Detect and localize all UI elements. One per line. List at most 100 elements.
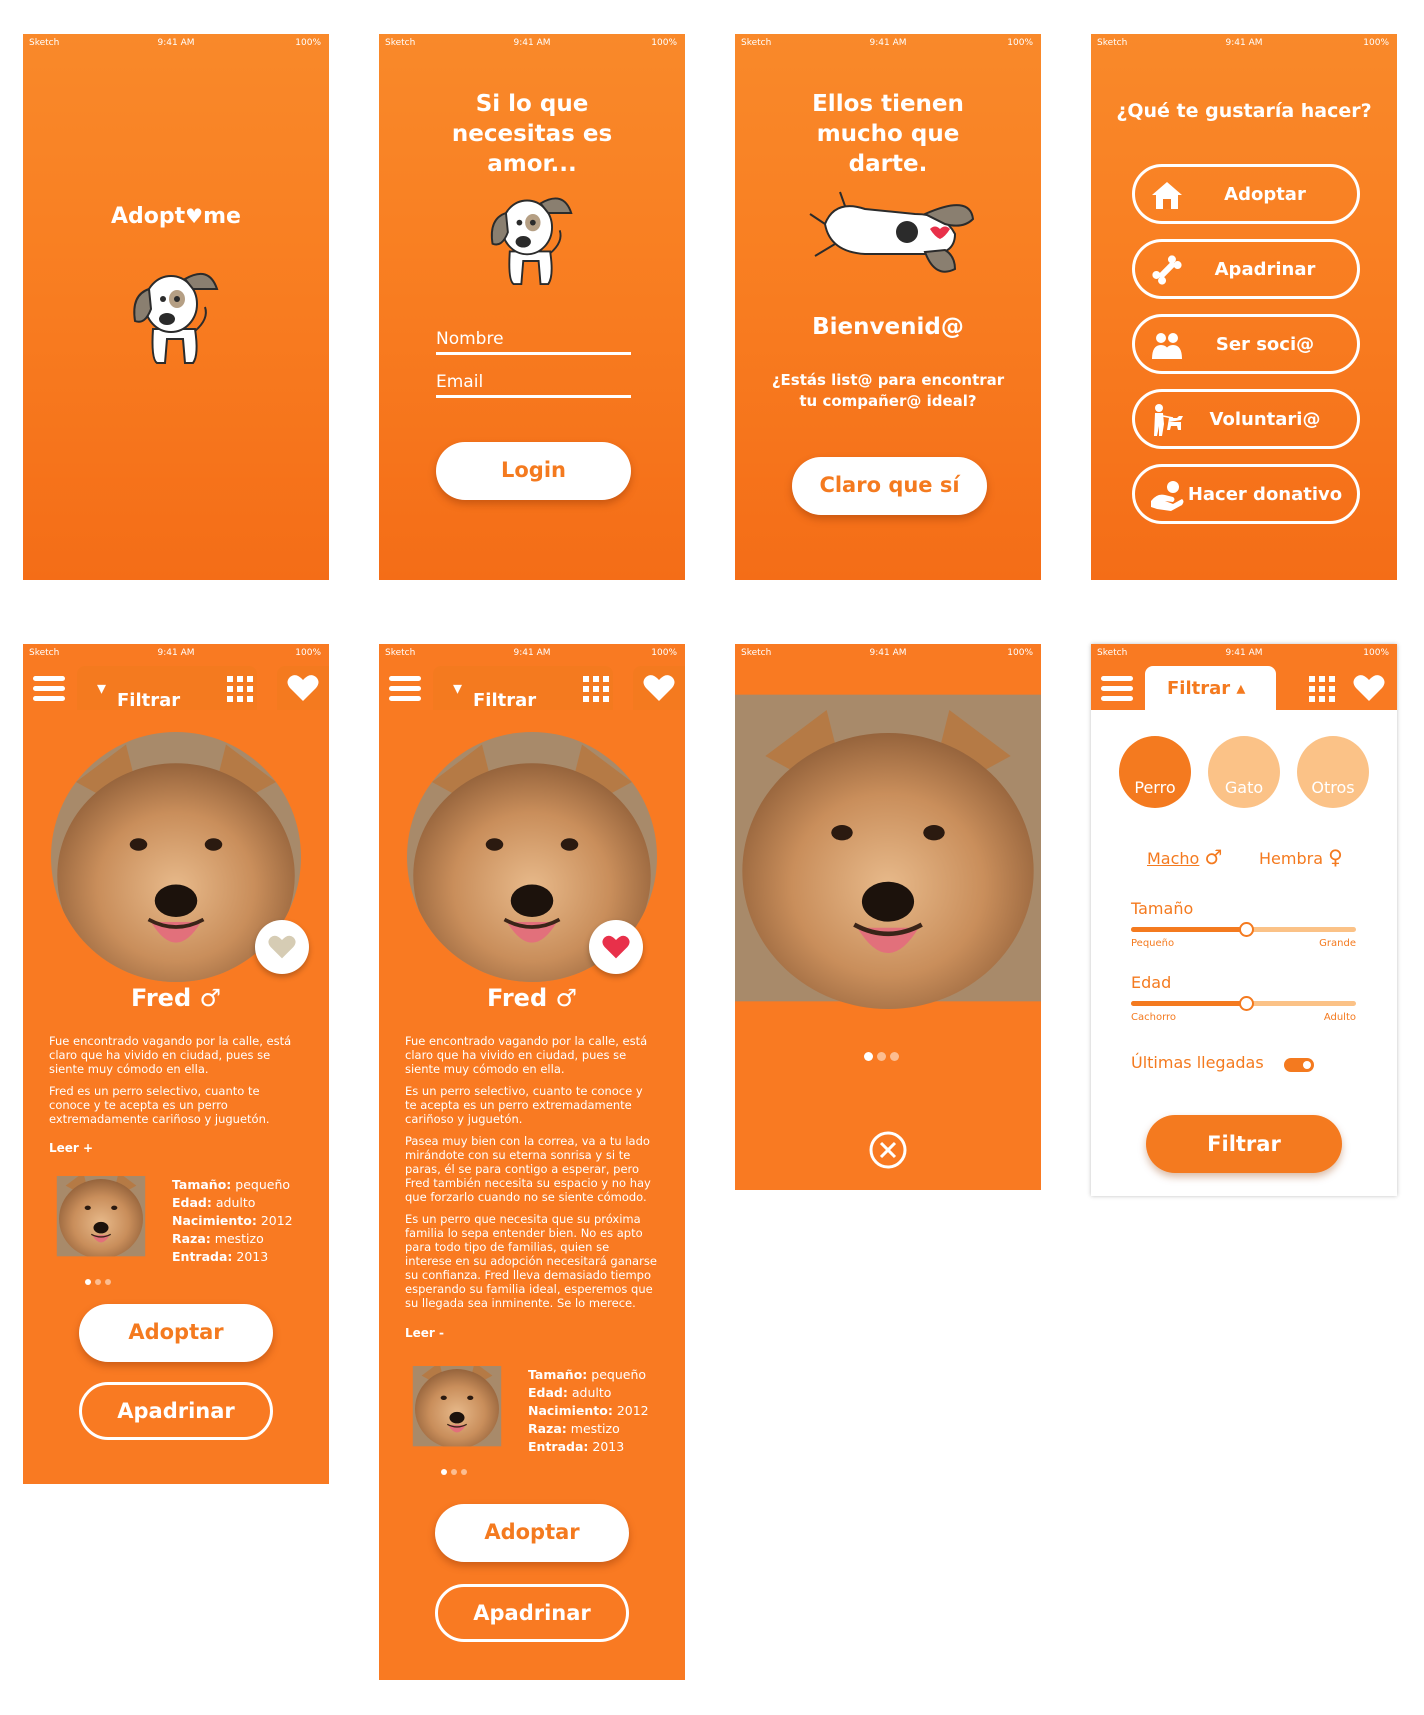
size-slider[interactable] — [1131, 922, 1356, 937]
adoptar-menu-button[interactable]: Adoptar — [1132, 164, 1360, 224]
age-max-label: Adulto — [1323, 1012, 1356, 1023]
apadrinar-menu-button[interactable]: Apadrinar — [1132, 239, 1360, 299]
female-symbol-icon: ♀ — [1328, 845, 1343, 869]
sponsor-button[interactable]: Apadrinar — [435, 1584, 629, 1642]
hamburger-menu-icon[interactable] — [1101, 676, 1133, 702]
adopt-button[interactable]: Adoptar — [435, 1504, 629, 1562]
category-gato[interactable]: Gato — [1208, 736, 1280, 808]
battery-label: 100% — [651, 648, 677, 658]
bone-icon — [1152, 255, 1182, 285]
full-pet-photo[interactable] — [735, 664, 1041, 1032]
favorites-tab[interactable] — [277, 666, 329, 710]
fact-value: mestizo — [570, 1421, 620, 1436]
status-bar: Sketch 9:41 AM 100% — [1091, 644, 1397, 664]
fact-row: Tamaño: pequeño — [172, 1176, 293, 1194]
menu-screen: Sketch 9:41 AM 100% ¿Qué te gustaría hac… — [1091, 34, 1397, 580]
size-slider-knob[interactable] — [1239, 922, 1254, 937]
pager-dot[interactable] — [95, 1279, 101, 1285]
fact-value: pequeño — [235, 1177, 291, 1192]
gender-macho-option[interactable]: Macho ♂ — [1147, 845, 1222, 869]
close-icon[interactable] — [868, 1130, 908, 1170]
time-label: 9:41 AM — [869, 38, 907, 48]
menu-item-label: Voluntari@ — [1209, 409, 1321, 430]
fact-value: mestizo — [214, 1231, 264, 1246]
menu-item-label: Apadrinar — [1214, 259, 1316, 280]
pager-dot[interactable] — [451, 1469, 457, 1475]
pager-dot[interactable] — [105, 1279, 111, 1285]
fact-row: Nacimiento: 2012 — [528, 1402, 649, 1420]
fact-key: Tamaño: — [172, 1177, 232, 1192]
app-logo: Adopt♥me — [23, 204, 329, 229]
battery-label: 100% — [1363, 38, 1389, 48]
read-less-link[interactable]: Leer - — [405, 1326, 444, 1340]
pager-dot[interactable] — [461, 1469, 467, 1475]
age-min-label: Cachorro — [1131, 1012, 1177, 1023]
age-slider-knob[interactable] — [1239, 996, 1254, 1011]
hacer-donativo-menu-button[interactable]: Hacer donativo — [1132, 464, 1360, 524]
size-slider-fill — [1131, 927, 1245, 932]
ser-socio-menu-button[interactable]: Ser soci@ — [1132, 314, 1360, 374]
age-slider[interactable] — [1131, 996, 1356, 1011]
adopt-button-label: Adoptar — [128, 1320, 224, 1344]
claro-que-si-button[interactable]: Claro que sí — [792, 457, 987, 515]
time-label: 9:41 AM — [869, 648, 907, 658]
fact-key: Edad: — [172, 1195, 212, 1210]
pager-dot[interactable] — [85, 1279, 91, 1285]
favorite-button-active[interactable] — [589, 920, 643, 974]
filter-tab[interactable]: Filtrar ▾ — [77, 666, 257, 711]
status-bar: Sketch 9:41 AM 100% — [379, 644, 685, 664]
time-label: 9:41 AM — [157, 38, 195, 48]
sponsor-button[interactable]: Apadrinar — [79, 1382, 273, 1440]
fact-key: Edad: — [528, 1385, 568, 1400]
grid-view-icon[interactable] — [583, 676, 609, 702]
hamburger-menu-icon[interactable] — [389, 676, 421, 702]
read-more-link[interactable]: Leer + — [49, 1141, 93, 1155]
name-field[interactable]: Nombre — [436, 329, 631, 355]
filter-tab[interactable]: Filtrar ▾ — [433, 666, 613, 711]
favorites-tab[interactable] — [633, 666, 685, 710]
fact-key: Nacimiento: — [172, 1213, 257, 1228]
photo-viewer-screen: Sketch 9:41 AM 100% — [735, 644, 1041, 1190]
dog-walker-icon — [1154, 404, 1183, 436]
adopt-button-label: Adoptar — [484, 1520, 580, 1544]
age-label: Edad — [1131, 973, 1172, 992]
favorite-button[interactable] — [255, 920, 309, 974]
hamburger-menu-icon[interactable] — [33, 676, 65, 702]
fact-key: Tamaño: — [528, 1367, 588, 1382]
pager-dot[interactable] — [877, 1052, 886, 1061]
grid-view-icon[interactable] — [227, 676, 253, 702]
adopt-button[interactable]: Adoptar — [79, 1304, 273, 1362]
dog-mascot-icon — [123, 259, 223, 369]
latest-arrivals-toggle[interactable] — [1284, 1058, 1314, 1072]
login-button-label: Login — [501, 458, 566, 482]
fact-key: Entrada: — [528, 1439, 589, 1454]
category-label: Perro — [1134, 778, 1176, 797]
category-perro[interactable]: Perro — [1119, 736, 1191, 808]
description-paragraph: Es un perro que necesita que su próxima … — [405, 1212, 657, 1310]
battery-label: 100% — [1363, 648, 1389, 658]
filter-tab-label: Filtrar — [117, 690, 181, 711]
pager-dot[interactable] — [441, 1469, 447, 1475]
voluntario-menu-button[interactable]: Voluntari@ — [1132, 389, 1360, 449]
menu-item-label: Adoptar — [1224, 184, 1306, 205]
pet-thumbnail[interactable] — [405, 1366, 509, 1454]
welcome-screen: Sketch 9:41 AM 100% Ellos tienen mucho q… — [735, 34, 1041, 580]
pager-dot[interactable] — [890, 1052, 899, 1061]
thumbnail-pager — [441, 1460, 471, 1475]
category-otros[interactable]: Otros — [1297, 736, 1369, 808]
gender-hembra-option[interactable]: Hembra ♀ — [1259, 845, 1343, 869]
heart-icon[interactable] — [1353, 674, 1385, 702]
fact-row: Nacimiento: 2012 — [172, 1212, 293, 1230]
fact-key: Nacimiento: — [528, 1403, 613, 1418]
apply-filter-button[interactable]: Filtrar — [1146, 1115, 1342, 1173]
heart-icon — [643, 675, 675, 701]
grid-view-icon[interactable] — [1309, 676, 1335, 702]
filter-tab-open[interactable]: Filtrar ▴ — [1145, 666, 1276, 710]
fact-value: adulto — [571, 1385, 612, 1400]
pet-thumbnail[interactable] — [49, 1176, 153, 1264]
pager-dot[interactable] — [864, 1052, 873, 1061]
login-button[interactable]: Login — [436, 442, 631, 500]
email-field[interactable]: Email — [436, 372, 631, 398]
fact-value: 2013 — [592, 1439, 625, 1454]
status-bar: Sketch 9:41 AM 100% — [1091, 34, 1397, 54]
